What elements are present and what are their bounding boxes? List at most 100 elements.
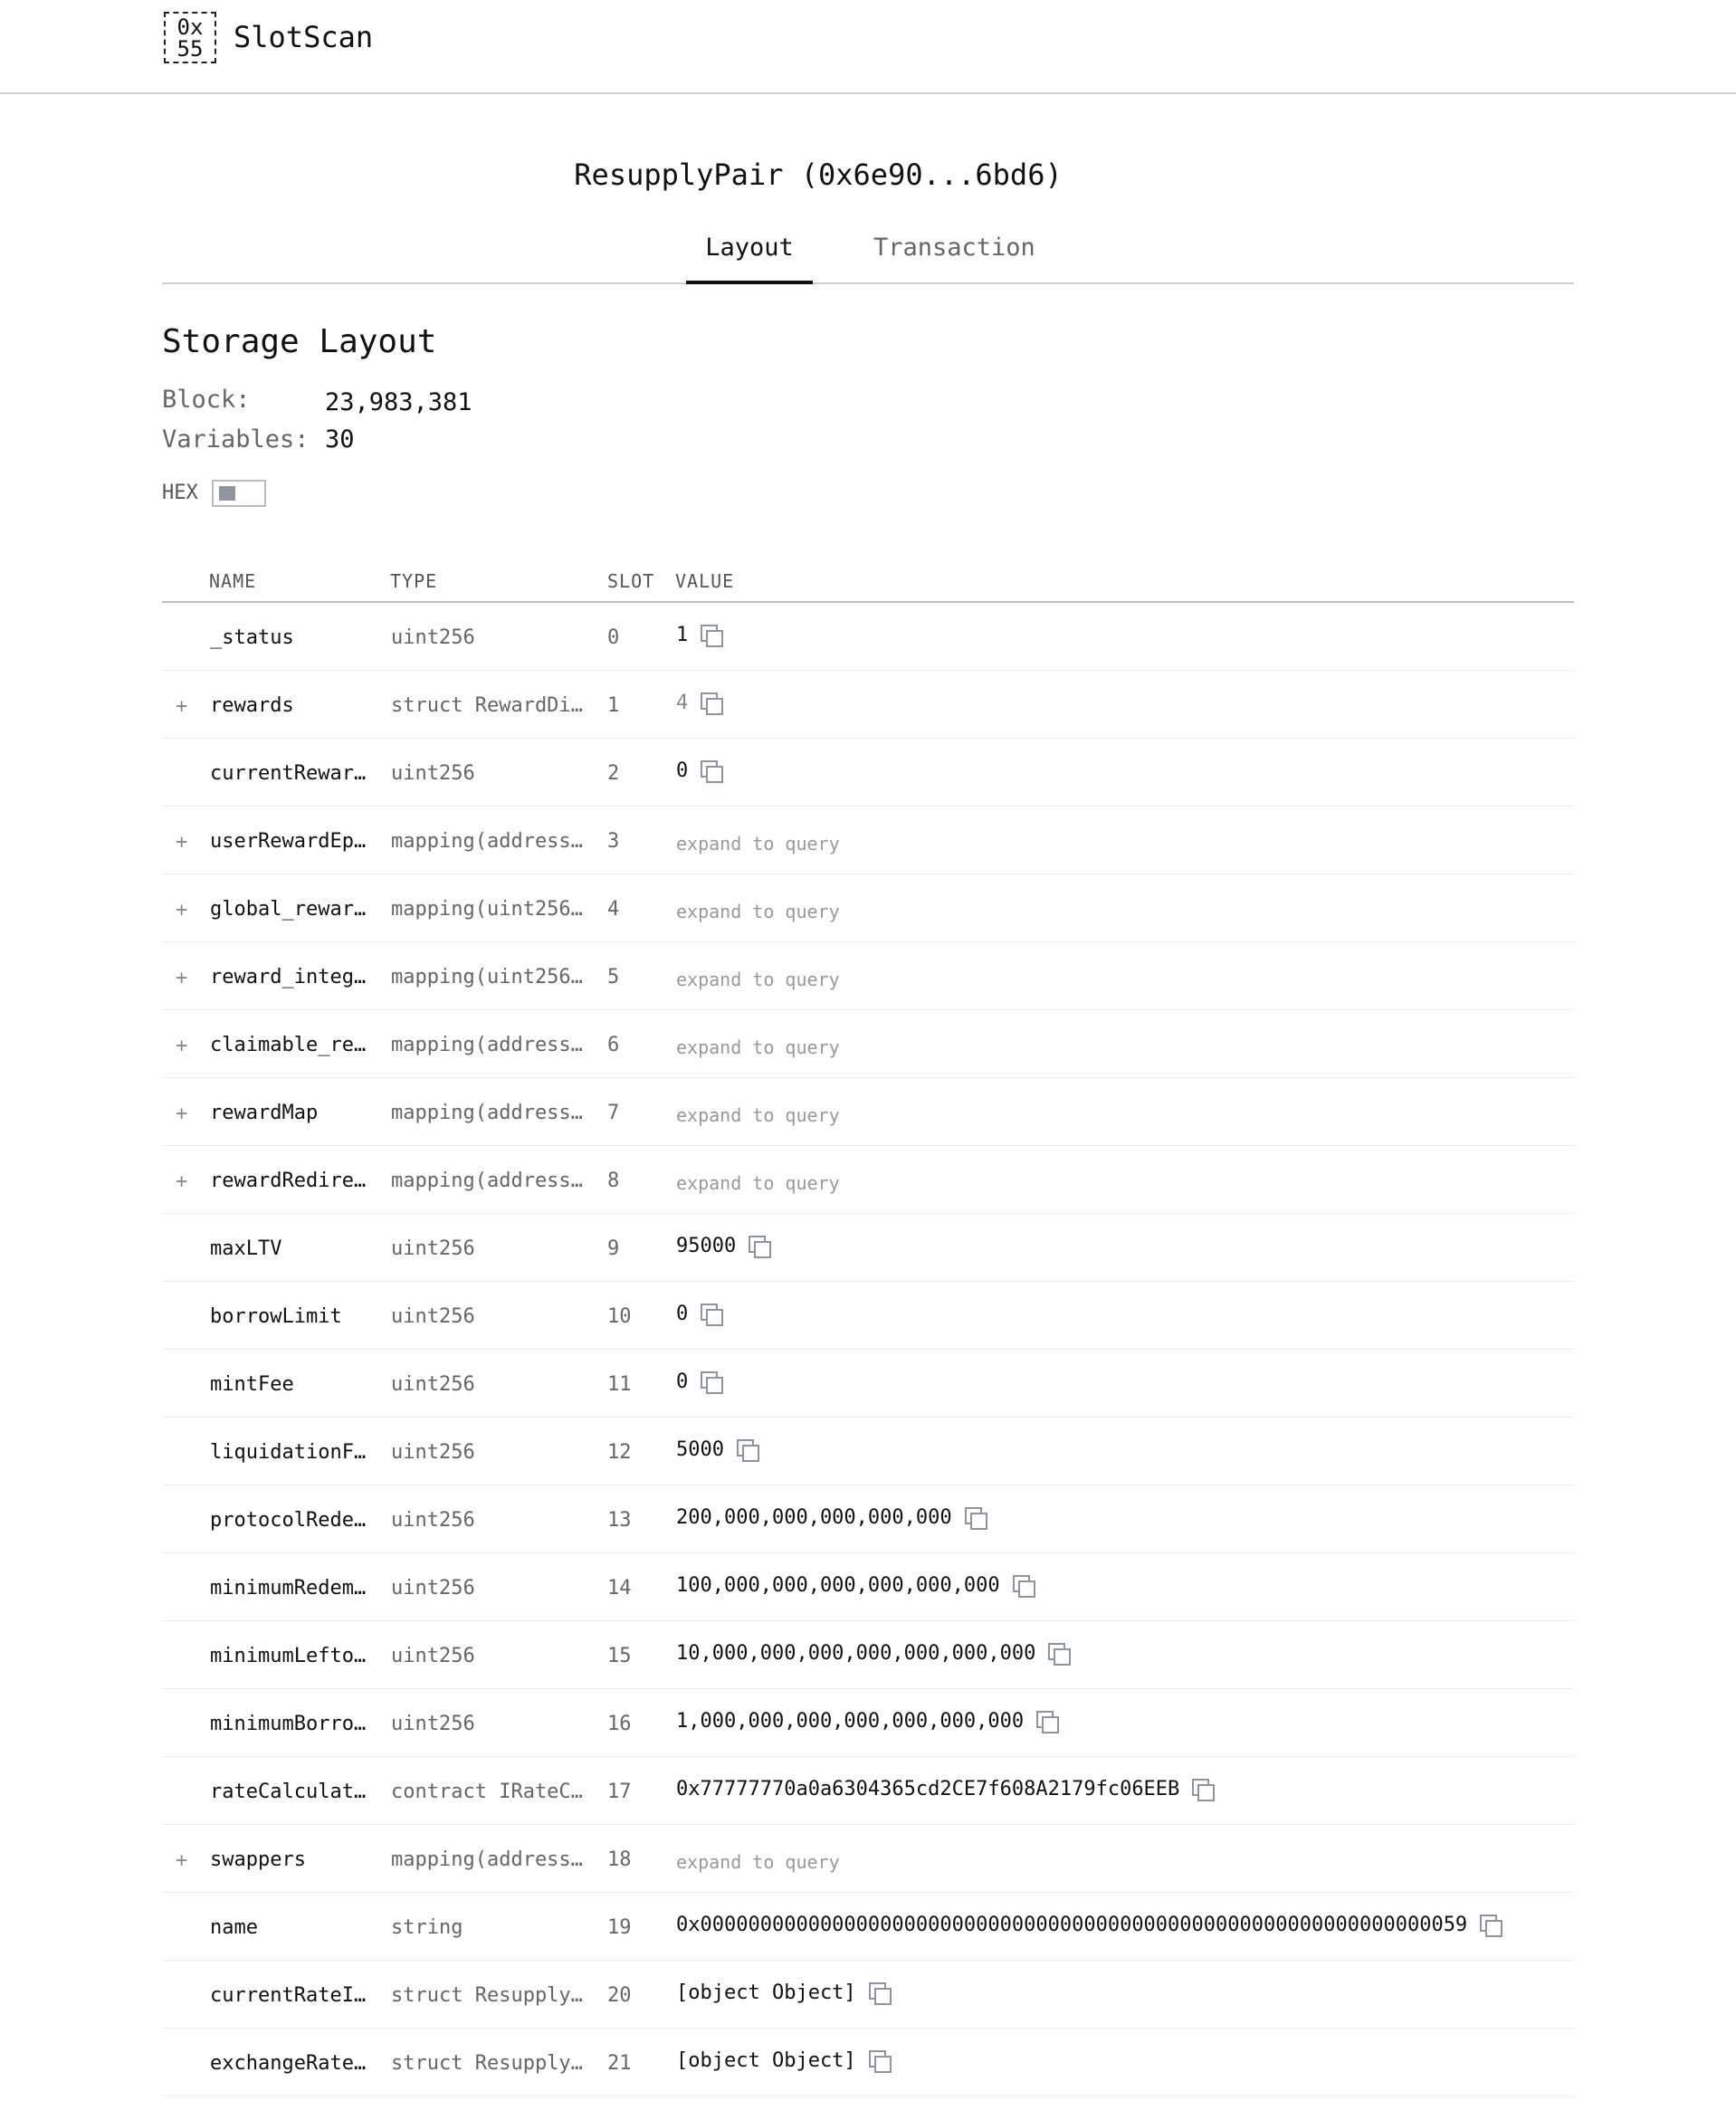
copy-icon[interactable] xyxy=(735,1437,759,1462)
hex-toggle[interactable] xyxy=(212,480,266,507)
value-text: 0 xyxy=(676,1302,689,1325)
table-row[interactable]: + rewards struct RewardDi… 1 4 xyxy=(162,671,1574,739)
value-text: 1 xyxy=(676,623,689,646)
logo[interactable]: 0x 55 xyxy=(164,12,216,63)
variable-type: mapping(uint256… xyxy=(391,966,583,988)
expand-toggle[interactable]: + xyxy=(176,831,187,854)
value-text: 95000 xyxy=(676,1234,737,1257)
copy-icon[interactable] xyxy=(1035,1709,1060,1733)
variable-slot: 3 xyxy=(607,830,620,853)
table-row: name string 19 0x00000000000000000000000000… xyxy=(162,1893,1574,1961)
variable-type: struct Resupply… xyxy=(391,2052,583,2075)
table-row[interactable]: + rewardMap mapping(address… 7 expand to que… xyxy=(162,1078,1574,1146)
variable-value: 1,000,000,000,000,000,000,000 xyxy=(676,1709,1060,1733)
variable-name: _status xyxy=(210,626,294,649)
block-label: Block: xyxy=(162,386,251,414)
variable-slot: 10 xyxy=(607,1305,632,1328)
variable-slot: 0 xyxy=(607,626,620,649)
value-text: [object Object] xyxy=(676,1981,856,2004)
copy-icon[interactable] xyxy=(699,623,724,647)
variable-slot: 15 xyxy=(607,1645,632,1667)
variables-value: 30 xyxy=(325,425,355,454)
copy-icon[interactable] xyxy=(1046,1641,1072,1666)
table-row[interactable]: + reward_integ… mapping(uint256… 5 expand to… xyxy=(162,942,1574,1010)
brand-name[interactable]: SlotScan xyxy=(234,20,373,54)
variable-name: minimumLefto… xyxy=(210,1645,367,1667)
value-text: 0x77777770a0a6304365cd2CE7f608A2179fc06E… xyxy=(676,1777,1180,1800)
variable-type: uint256 xyxy=(391,1237,475,1260)
variable-value: 95000 xyxy=(676,1234,772,1258)
variable-value: 0 xyxy=(676,1302,724,1326)
expand-toggle[interactable]: + xyxy=(176,1035,187,1057)
tab-layout[interactable]: Layout xyxy=(686,234,813,284)
expand-to-query-link[interactable]: expand to query xyxy=(676,1851,840,1873)
variable-type: string xyxy=(391,1916,463,1939)
variable-name: currentRateI… xyxy=(210,1984,367,2007)
expand-toggle[interactable]: + xyxy=(176,899,187,922)
variable-value: [object Object] xyxy=(676,2048,892,2073)
expand-to-query-link[interactable]: expand to query xyxy=(676,901,840,922)
variable-type: mapping(address… xyxy=(391,1102,583,1124)
variable-type: uint256 xyxy=(391,1713,475,1735)
expand-to-query-link[interactable]: expand to query xyxy=(676,1172,840,1194)
variable-slot: 9 xyxy=(607,1237,620,1260)
expand-toggle[interactable]: + xyxy=(176,695,187,718)
variable-name: borrowLimit xyxy=(210,1305,342,1328)
expand-to-query-link[interactable]: expand to query xyxy=(676,833,840,855)
copy-icon[interactable] xyxy=(1478,1913,1503,1937)
variable-slot: 14 xyxy=(607,1577,632,1600)
expand-to-query-link[interactable]: expand to query xyxy=(676,1036,840,1058)
header-value: VALUE xyxy=(675,570,735,592)
variable-slot: 20 xyxy=(607,1984,632,2007)
variable-value: 0x00000000000000000000000000000000000000… xyxy=(676,1913,1503,1937)
expand-toggle[interactable]: + xyxy=(176,1103,187,1125)
variable-slot: 11 xyxy=(607,1373,632,1396)
variable-slot: 21 xyxy=(607,2052,632,2075)
block-value: 23,983,381 xyxy=(325,388,472,416)
copy-icon[interactable] xyxy=(1011,1573,1035,1598)
variable-type: mapping(uint256… xyxy=(391,898,583,921)
variable-value: 4 xyxy=(676,691,724,715)
expand-toggle[interactable]: + xyxy=(176,1170,187,1193)
expand-to-query-link[interactable]: expand to query xyxy=(676,969,840,990)
table-row[interactable]: + claimable_re… mapping(address… 6 expand to… xyxy=(162,1010,1574,1078)
copy-icon[interactable] xyxy=(699,759,724,783)
copy-icon[interactable] xyxy=(699,1370,724,1394)
copy-icon[interactable] xyxy=(1190,1777,1216,1801)
copy-icon[interactable] xyxy=(747,1234,772,1258)
value-text: 10,000,000,000,000,000,000,000 xyxy=(676,1641,1036,1665)
variable-type: uint256 xyxy=(391,1305,475,1328)
variable-slot: 12 xyxy=(607,1441,632,1464)
header-slot: SLOT xyxy=(607,570,655,592)
copy-icon[interactable] xyxy=(867,1981,892,2005)
tab-transaction[interactable]: Transaction xyxy=(873,234,1035,262)
table-row: borrowLimit uint256 10 0 xyxy=(162,1282,1574,1350)
copy-icon[interactable] xyxy=(699,1302,724,1326)
copy-icon[interactable] xyxy=(963,1505,987,1530)
table-row[interactable]: + userRewardEp… mapping(address… 3 expand to… xyxy=(162,807,1574,874)
value-text: 5000 xyxy=(676,1437,724,1461)
table-header: NAME TYPE SLOT VALUE xyxy=(162,561,1574,603)
variable-value: 5000 xyxy=(676,1437,759,1462)
variable-type: uint256 xyxy=(391,1373,475,1396)
table-row[interactable]: + rewardRedire… mapping(address… 8 expand to… xyxy=(162,1146,1574,1214)
section-title: Storage Layout xyxy=(162,323,437,360)
table-row[interactable]: + global_rewar… mapping(uint256… 4 expand to… xyxy=(162,874,1574,942)
table-row: minimumRedem… uint256 14 100,000,000,000,00… xyxy=(162,1553,1574,1621)
table-row[interactable]: + swappers mapping(address… 18 expand to que… xyxy=(162,1825,1574,1893)
variable-name: exchangeRate… xyxy=(210,2052,367,2075)
hex-label: HEX xyxy=(162,482,198,504)
variable-name: claimable_re… xyxy=(210,1034,367,1056)
hex-toggle-knob xyxy=(219,486,235,501)
expand-toggle[interactable]: + xyxy=(176,967,187,989)
variable-slot: 7 xyxy=(607,1102,620,1124)
storage-table: NAME TYPE SLOT VALUE _status uint256 0 1 + re… xyxy=(162,561,1574,2096)
variable-name: name xyxy=(210,1916,258,1939)
expand-to-query-link[interactable]: expand to query xyxy=(676,1104,840,1126)
copy-icon[interactable] xyxy=(867,2048,892,2073)
variable-name: maxLTV xyxy=(210,1237,282,1260)
copy-icon[interactable] xyxy=(699,691,724,715)
variable-name: rewardMap xyxy=(210,1102,319,1124)
variable-slot: 4 xyxy=(607,898,620,921)
expand-toggle[interactable]: + xyxy=(176,1849,187,1872)
